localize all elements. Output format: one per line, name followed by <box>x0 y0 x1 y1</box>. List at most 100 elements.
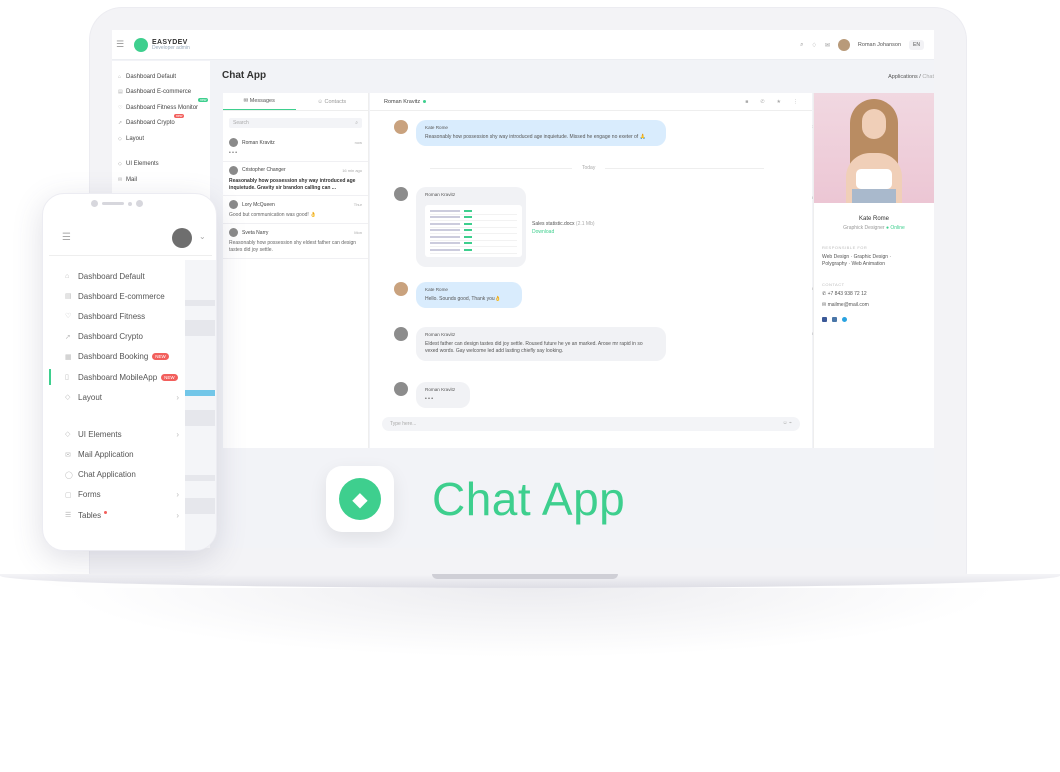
notification-dot <box>104 511 108 515</box>
tab-contacts[interactable]: ☺ Contacts <box>296 93 369 110</box>
sidebar-item-ui-elements[interactable]: ◇ UI Elements <box>112 157 210 173</box>
breadcrumb-parent[interactable]: Applications / <box>888 74 922 80</box>
list-item[interactable]: Lory McQueen Thur Good but communication … <box>223 196 368 224</box>
hamburger-icon[interactable]: ☰ <box>116 39 126 50</box>
conversation-name: Roman Kravitz <box>242 139 275 146</box>
calendar-icon: ▦ <box>65 353 72 361</box>
chat-tabs: ✉ Messages ☺ Contacts <box>223 93 368 111</box>
sidebar-item-dashboard-crypto[interactable]: ➚ Dashboard Crypto new <box>112 113 210 132</box>
phone-icon[interactable]: ✆ <box>760 99 764 105</box>
menu-item-label: Dashboard MobileApp <box>78 372 158 382</box>
search-placeholder: Search <box>233 120 249 126</box>
layers-icon: ◇ <box>65 394 71 402</box>
profile-name: Kate Rome <box>858 216 889 222</box>
chevron-right-icon: › <box>176 510 179 520</box>
sidebar-item-mail[interactable]: ✉ Mail <box>112 172 210 188</box>
sidebar-item-label: UI Elements <box>126 161 159 168</box>
breadcrumb-current: Chat <box>922 74 934 80</box>
avatar[interactable] <box>172 228 192 248</box>
chat-actions: ■ ✆ ★ ⋮ <box>745 99 798 105</box>
menu-item-dashboard-booking[interactable]: ▦ Dashboard Booking NEW <box>49 347 185 367</box>
avatar[interactable] <box>837 39 850 51</box>
sidebar-item-dashboard-default[interactable]: ⌂ Dashboard Default <box>112 69 210 85</box>
menu-item-mail-application[interactable]: ✉ Mail Application <box>49 445 185 465</box>
user-name[interactable]: Roman Johanson <box>858 42 901 48</box>
menu-item-dashboard-ecommerce[interactable]: ▤ Dashboard E-commerce <box>49 286 185 306</box>
mail-icon[interactable]: ✉ <box>825 42 830 49</box>
message-bubble: Roman Kravitz Eldest father can design t… <box>416 327 666 361</box>
attachment-name: Sales statistic.docx <box>532 221 575 227</box>
diamond-icon: ◇ <box>65 431 71 439</box>
message-author: Kate Rome <box>425 125 448 130</box>
new-badge: NEW <box>161 373 178 381</box>
message-bubble: Roman Kravitz <box>416 187 526 267</box>
sidebar-item-dashboard-fitness[interactable]: ♡ Dashboard Fitness Monitor new <box>112 98 210 116</box>
tab-messages[interactable]: ✉ Messages <box>223 93 296 110</box>
list-item[interactable]: Sveta Narry Mon Reasonably how possession… <box>223 224 368 259</box>
conversation-time: 16 min ago <box>342 167 362 173</box>
logo[interactable]: EASYDEV Developer admin <box>152 39 190 51</box>
vk-icon[interactable] <box>832 317 837 322</box>
message-author: Kate Rome <box>425 287 448 292</box>
sidebar-item-dashboard-ecommerce[interactable]: ▤ Dashboard E-commerce <box>112 85 210 101</box>
avatar <box>394 382 408 396</box>
list-item[interactable]: Cristopher Changer 16 min ago Reasonably … <box>223 162 368 197</box>
chat-panel: Roman Kravitz ■ ✆ ★ ⋮ Kate Rome Reasonab… <box>370 93 822 448</box>
menu-item-dashboard-default[interactable]: ⌂ Dashboard Default <box>49 266 185 286</box>
tab-label: Contacts <box>324 98 347 105</box>
sidebar-item-layout[interactable]: ◇ Layout <box>112 131 210 147</box>
store-icon: ▤ <box>118 89 123 96</box>
bell-icon[interactable]: ♢ <box>812 42 817 49</box>
message-input[interactable]: Type here... ☺ ⌁ <box>382 417 800 431</box>
menu-item-dashboard-fitness[interactable]: ♡ Dashboard Fitness <box>49 306 185 326</box>
hamburger-icon[interactable]: ☰ <box>62 232 71 243</box>
star-icon[interactable]: ★ <box>777 99 781 105</box>
diamond-icon: ◇ <box>118 161 122 168</box>
message-author: Roman Kravitz <box>425 192 456 197</box>
menu-item-chat-application[interactable]: ◯ Chat Application <box>49 465 185 485</box>
chat-bubble-icon: ◯ <box>65 471 73 479</box>
download-link[interactable]: Download <box>532 229 595 235</box>
message-input-placeholder: Type here... <box>390 421 417 427</box>
phone-number[interactable]: +7 843 938 72 12 <box>828 291 867 297</box>
profile-role-text: Graphick Designer <box>843 225 885 231</box>
menu-item-layout[interactable]: ◇ Layout › <box>49 387 185 407</box>
message: Kate Rome Hello. Sounds good, Thank you👌… <box>394 282 822 316</box>
more-icon[interactable]: ⋮ <box>793 99 798 105</box>
email-address[interactable]: mailme@mail.com <box>828 302 869 308</box>
search-icon[interactable]: ⌕ <box>800 42 803 49</box>
avatar <box>229 200 238 210</box>
list-item[interactable]: Roman Kravitz now • • • <box>223 134 368 162</box>
attachment-preview[interactable] <box>425 205 522 257</box>
hero-title: Chat App <box>432 473 626 525</box>
video-icon[interactable]: ■ <box>745 99 748 105</box>
language-selector[interactable]: EN <box>909 40 924 50</box>
new-badge: new <box>174 113 185 118</box>
telegram-icon[interactable] <box>842 317 847 322</box>
menu-item-tables[interactable]: ☰ Tables › <box>49 505 185 525</box>
responsible-line: Polygraphy · Web Animation <box>822 261 885 267</box>
typing-indicator: • • • <box>425 395 434 402</box>
menu-item-dashboard-crypto[interactable]: ➚ Dashboard Crypto <box>49 327 185 347</box>
menu-item-label: Dashboard Crypto <box>78 332 143 342</box>
sidebar-item-label: Layout <box>126 135 145 142</box>
search-input[interactable]: Search ⌕ <box>229 118 362 128</box>
menu-item-label: Dashboard Fitness <box>78 311 146 321</box>
chevron-down-icon[interactable]: ⌄ <box>199 232 206 241</box>
menu-item-ui-elements[interactable]: ◇ UI Elements › <box>49 424 185 444</box>
chevron-right-icon: › <box>176 490 179 500</box>
menu-item-dashboard-mobileapp[interactable]: ▯ Dashboard MobileApp NEW <box>49 367 185 387</box>
emoji-icon[interactable]: ☺ ⌁ <box>782 420 792 426</box>
avatar <box>229 165 238 175</box>
avatar <box>394 187 408 201</box>
conversation-time: now <box>354 140 362 145</box>
facebook-icon[interactable] <box>822 317 827 322</box>
chevron-right-icon: › <box>176 392 179 402</box>
message-text: Hello. Sounds good, Thank you👌 <box>425 295 501 302</box>
profile-email: ✉ mailme@mail.com <box>822 302 934 309</box>
conversation-name: Cristopher Changer <box>242 167 286 174</box>
menu-item-label: Dashboard Booking <box>78 352 149 362</box>
message: Kate Rome Reasonably how possession shy … <box>394 120 822 164</box>
menu-item-forms[interactable]: ▢ Forms › <box>49 485 185 505</box>
layers-icon: ◇ <box>118 135 122 142</box>
